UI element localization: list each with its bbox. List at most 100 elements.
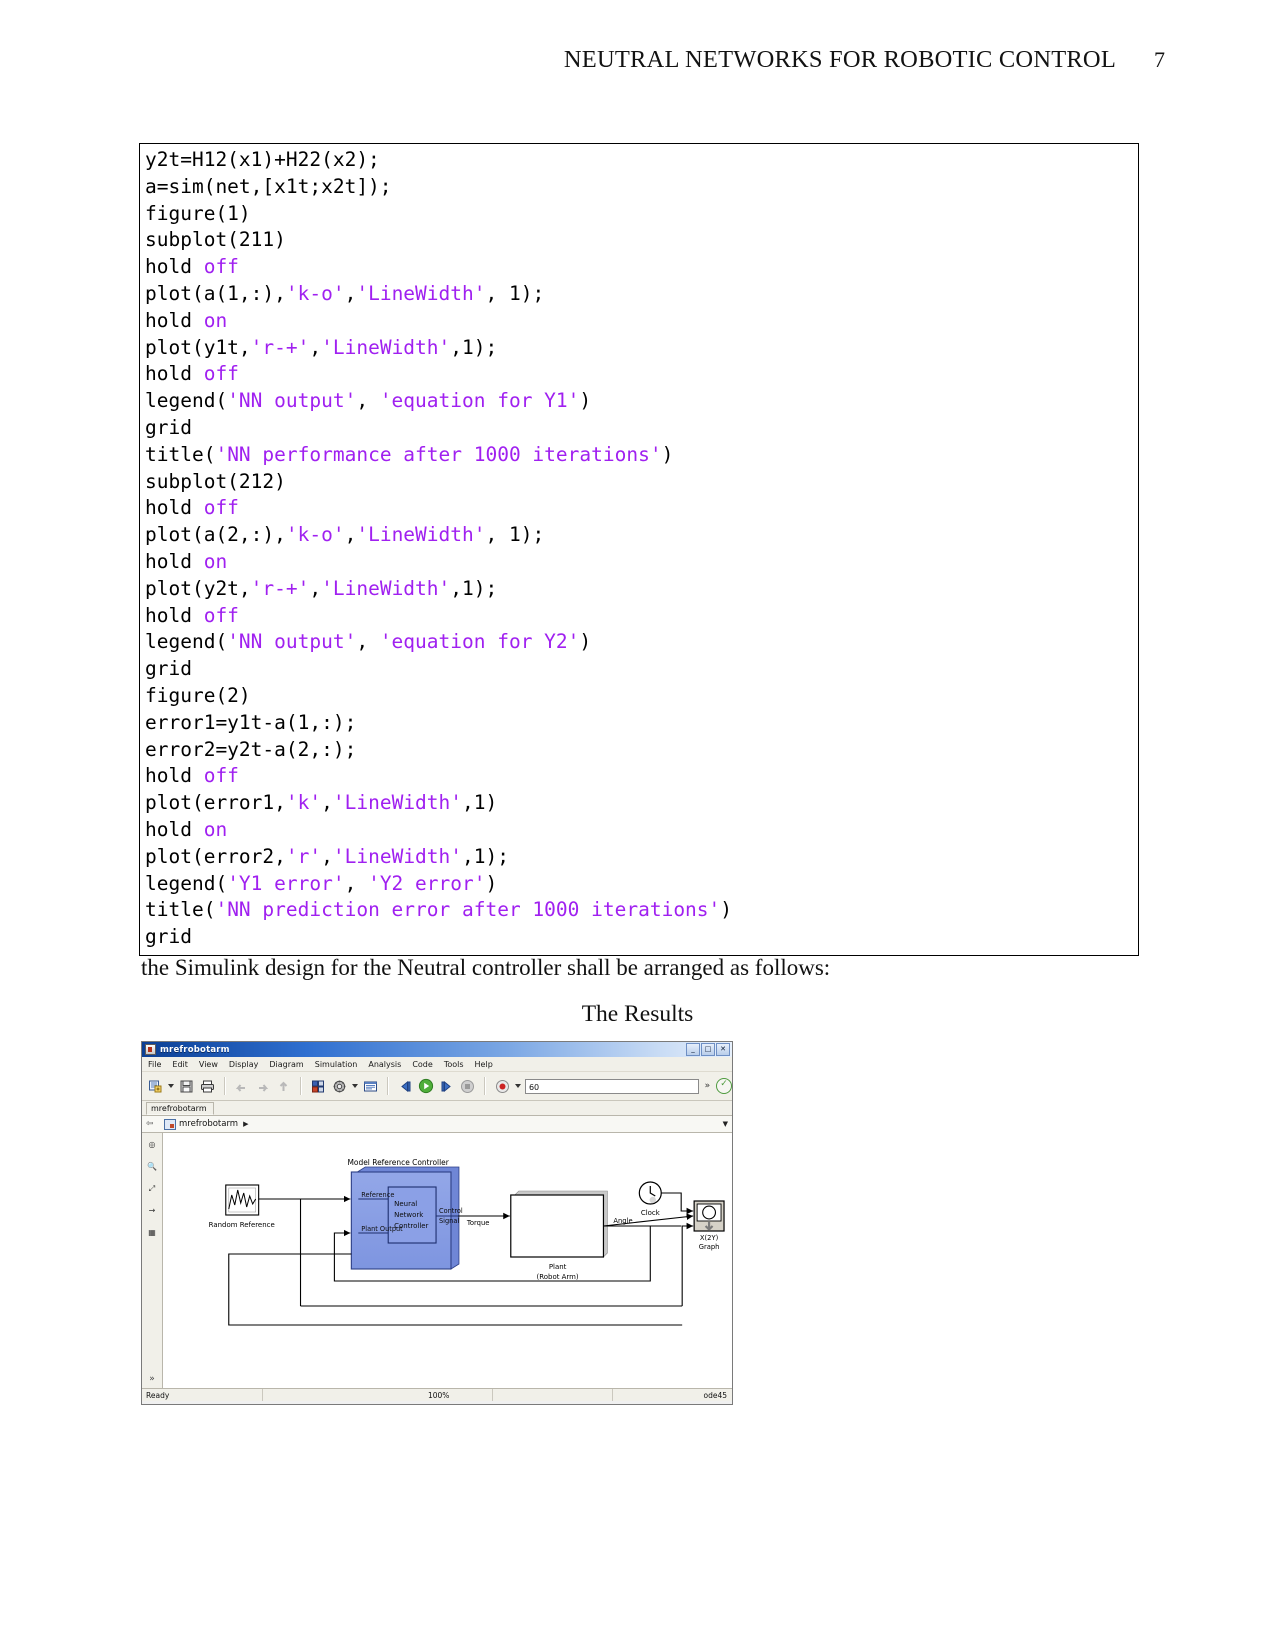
controller-port-reference: Reference <box>361 1191 394 1199</box>
undo-icon[interactable] <box>234 1078 251 1095</box>
run-icon[interactable] <box>418 1078 435 1095</box>
code-line: subplot(211) <box>145 228 286 252</box>
code-line: grid <box>145 657 192 681</box>
menu-item-diagram[interactable]: Diagram <box>269 1060 303 1069</box>
simulation-stop-time-input[interactable]: 60 <box>524 1078 699 1094</box>
toolbar-separator <box>300 1077 303 1095</box>
code-line: y2t=H12(x1)+H22(x2); <box>145 148 380 171</box>
code-line: subplot(212) <box>145 469 286 493</box>
step-forward-icon[interactable] <box>438 1078 455 1095</box>
scope-label-line-2: Graph <box>699 1243 720 1251</box>
breadcrumb-collapse-icon[interactable]: ▼ <box>723 1120 728 1128</box>
fit-to-view-icon[interactable]: ⤢ <box>146 1183 159 1194</box>
code-line: plot(error1,'k','LineWidth',1) <box>145 791 498 815</box>
code-line: title('NN prediction error after 1000 it… <box>145 898 733 922</box>
plant-robot-arm-block[interactable] <box>510 1190 608 1258</box>
step-back-icon[interactable] <box>397 1078 414 1095</box>
save-icon[interactable] <box>178 1078 195 1095</box>
menu-item-code[interactable]: Code <box>412 1060 432 1069</box>
controller-out-line-2: Signal <box>439 1217 459 1225</box>
new-model-dropdown-icon[interactable] <box>167 1084 174 1088</box>
add-subsystem-icon[interactable]: ◎ <box>146 1139 159 1150</box>
signal-label-torque: Torque <box>466 1219 489 1227</box>
editor-body: ◎ 🔍 ⤢ → ▦ » Random Reference Model Refer… <box>142 1133 732 1388</box>
controller-block-line-1: Neural <box>394 1200 417 1208</box>
maximize-button[interactable]: □ <box>701 1043 715 1056</box>
code-line: hold on <box>145 308 228 332</box>
model-tab[interactable]: mrefrobotarm <box>146 1102 214 1115</box>
code-line: error2=y2t-a(2,:); <box>145 737 357 761</box>
model-canvas[interactable]: Random Reference Model Reference Control… <box>163 1133 732 1388</box>
document-page: NEUTRAL NETWORKS FOR ROBOTIC CONTROL 7 y… <box>0 0 1275 1651</box>
print-icon[interactable] <box>199 1078 216 1095</box>
menu-item-analysis[interactable]: Analysis <box>368 1060 401 1069</box>
model-configuration-dropdown-icon[interactable] <box>351 1084 358 1088</box>
code-line: plot(y2t,'r-+','LineWidth',1); <box>145 576 498 600</box>
menu-bar: File Edit View Display Diagram Simulation Anal… <box>142 1057 732 1072</box>
simulation-data-inspector-icon[interactable] <box>494 1078 511 1095</box>
clock-block[interactable] <box>638 1181 662 1205</box>
close-button[interactable]: ✕ <box>716 1043 730 1056</box>
random-reference-label: Random Reference <box>209 1221 275 1229</box>
annotation-icon[interactable]: ▦ <box>146 1227 159 1238</box>
code-line: hold off <box>145 603 239 627</box>
simulink-window: mrefrobotarm _ □ ✕ File Edit View Display Di… <box>141 1041 733 1405</box>
palette-overflow-icon[interactable]: » <box>149 1374 155 1384</box>
align-icon[interactable]: → <box>146 1205 159 1216</box>
menu-item-file[interactable]: File <box>148 1060 161 1069</box>
zoom-icon[interactable]: 🔍 <box>146 1161 159 1172</box>
code-line: legend('Y1 error', 'Y2 error') <box>145 871 498 895</box>
controller-out-line-1: Control <box>439 1207 463 1215</box>
canvas-tool-palette: ◎ 🔍 ⤢ → ▦ » <box>142 1133 163 1388</box>
code-line: grid <box>145 415 192 439</box>
simulink-block-diagram: Random Reference Model Reference Control… <box>209 1158 725 1326</box>
tool-bar: 60 » ✓ <box>142 1072 732 1101</box>
model-configuration-icon[interactable] <box>331 1078 348 1095</box>
status-bar: Ready 100% ode45 <box>142 1388 732 1401</box>
toolbar-overflow-icon[interactable]: » <box>703 1081 713 1091</box>
controller-subsystem-title: Model Reference Controller <box>347 1158 449 1167</box>
scope-label-line-1: X(2Y) <box>700 1234 719 1242</box>
toolbar-separator <box>386 1077 389 1095</box>
plant-label-line-2: (Robot Arm) <box>537 1273 579 1281</box>
breadcrumb-chevron-icon: ▶ <box>243 1120 249 1128</box>
library-browser-icon[interactable] <box>310 1078 327 1095</box>
new-model-icon[interactable] <box>147 1078 164 1095</box>
results-heading: The Results <box>581 1001 694 1027</box>
code-line: hold on <box>145 817 228 841</box>
code-line: plot(a(2,:),'k-o','LineWidth', 1); <box>145 523 545 547</box>
status-solver: ode45 <box>703 1390 727 1400</box>
code-line: plot(y1t,'r-+','LineWidth',1); <box>145 335 498 359</box>
plant-label-line-1: Plant <box>549 1263 567 1271</box>
code-line: a=sim(net,[x1t;x2t]); <box>145 174 392 198</box>
clock-label: Clock <box>641 1209 661 1217</box>
code-line: figure(1) <box>145 201 251 225</box>
model-icon <box>164 1118 176 1130</box>
menu-item-help[interactable]: Help <box>475 1060 493 1069</box>
simulation-data-inspector-dropdown-icon[interactable] <box>514 1084 521 1088</box>
code-line: grid <box>145 925 192 949</box>
window-controls: _ □ ✕ <box>686 1043 730 1056</box>
menu-item-tools[interactable]: Tools <box>444 1060 464 1069</box>
code-line: legend('NN output', 'equation for Y1') <box>145 389 592 413</box>
menu-item-display[interactable]: Display <box>229 1060 259 1069</box>
random-reference-block[interactable] <box>225 1184 260 1216</box>
menu-item-simulation[interactable]: Simulation <box>315 1060 358 1069</box>
menu-item-edit[interactable]: Edit <box>172 1060 188 1069</box>
menu-item-view[interactable]: View <box>199 1060 218 1069</box>
signal-label-angle: Angle <box>613 1217 632 1225</box>
redo-icon[interactable] <box>254 1078 271 1095</box>
code-line: hold off <box>145 255 239 279</box>
minimize-button[interactable]: _ <box>686 1043 700 1056</box>
code-line: title('NN performance after 1000 iterati… <box>145 442 674 466</box>
toolbar-separator <box>484 1077 487 1095</box>
breadcrumb-model-name[interactable]: mrefrobotarm <box>179 1119 238 1129</box>
back-navigation-icon[interactable]: ⇦ <box>146 1119 154 1129</box>
model-advisor-icon[interactable]: ✓ <box>716 1078 732 1094</box>
running-header: NEUTRAL NETWORKS FOR ROBOTIC CONTROL 7 <box>0 46 1275 74</box>
xy-graph-block[interactable] <box>693 1200 725 1232</box>
window-title-bar: mrefrobotarm _ □ ✕ <box>142 1042 732 1057</box>
model-explorer-icon[interactable] <box>362 1078 379 1095</box>
stop-icon[interactable] <box>459 1078 476 1095</box>
navigate-up-icon[interactable] <box>275 1078 292 1095</box>
